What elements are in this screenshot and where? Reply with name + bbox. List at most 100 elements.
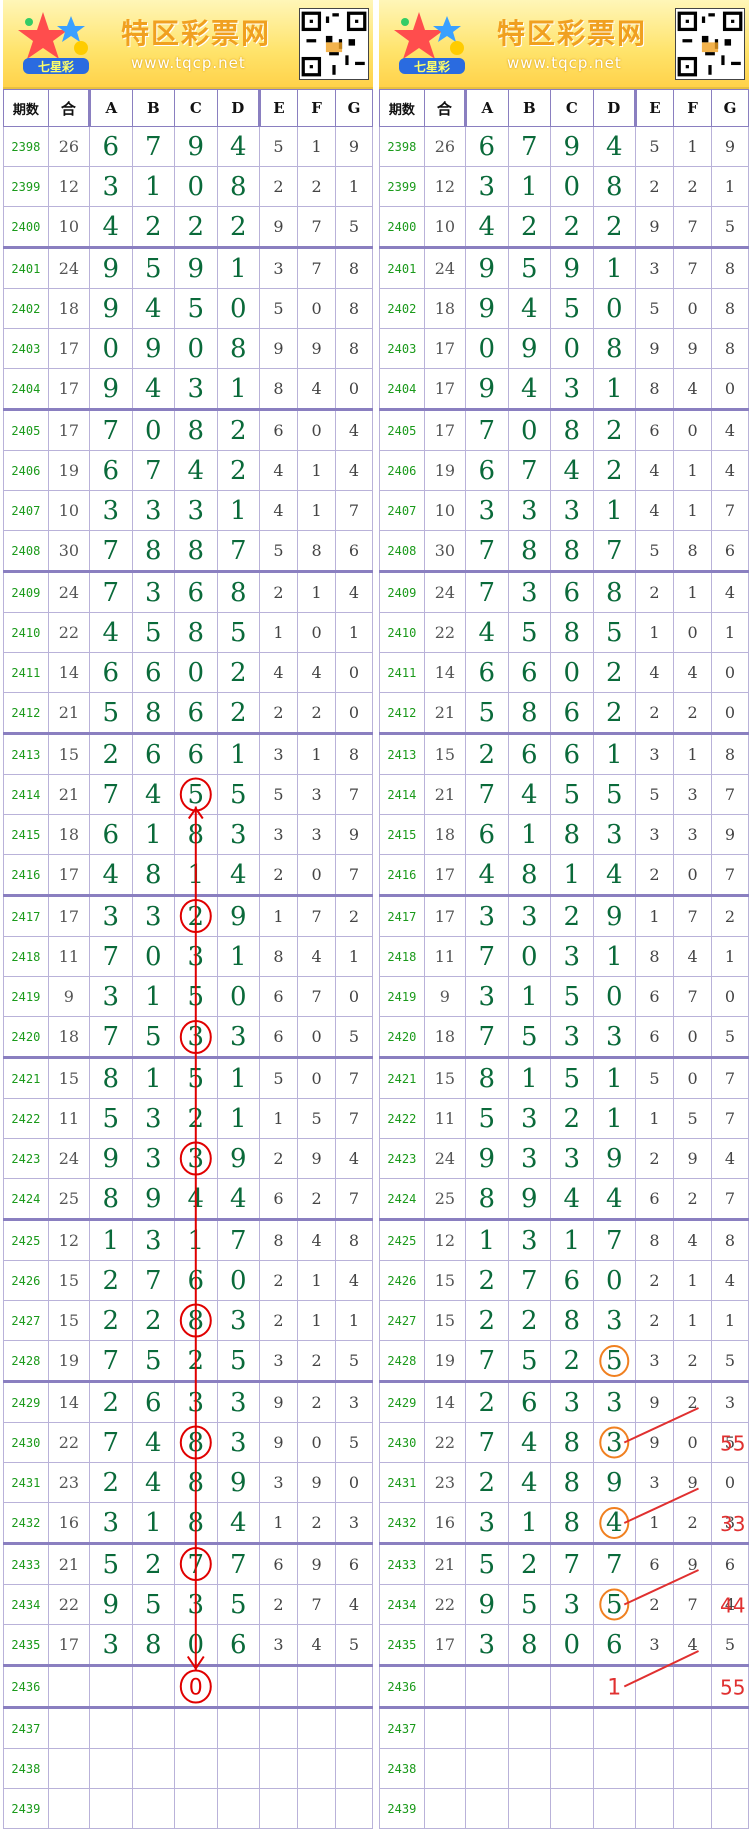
table-row: 2433 21 5 2 7 7 6 9 6 (379, 1542, 749, 1585)
digit-cell-C: 5 (174, 976, 218, 1017)
digit-cell-B: 4 (131, 1422, 176, 1463)
sum-cell: 17 (423, 408, 467, 451)
digit-cell-E: 6 (259, 1016, 299, 1058)
digit-cell-E: 5 (635, 288, 675, 329)
digit-cell-E: 3 (259, 1624, 299, 1666)
digit-cell-B: 2 (507, 1300, 552, 1341)
digit-cell-A: 6 (465, 814, 509, 855)
digit-cell-D: 5 (216, 612, 261, 653)
digit-cell-G: 7 (711, 1178, 749, 1220)
digit-cell-E (259, 1748, 299, 1789)
period-cell: 2437 (379, 1706, 425, 1749)
period-cell: 2422 (379, 1098, 425, 1139)
digit-cell-B: 3 (507, 570, 552, 613)
digit-cell-D: 5 (592, 1340, 637, 1382)
period-cell: 2439 (3, 1788, 49, 1829)
table-row: 2398 26 6 7 9 4 5 1 9 (379, 126, 749, 167)
digit-cell-D: 0 (592, 976, 637, 1017)
table-row: 2402 18 9 4 5 0 5 0 8 (3, 288, 373, 329)
digit-cell-E: 2 (259, 1584, 299, 1625)
sum-cell: 14 (423, 652, 467, 693)
digit-cell-B: 3 (507, 1098, 552, 1139)
column-header-A: A (465, 89, 509, 127)
period-cell: 2398 (379, 126, 425, 167)
digit-cell-F: 5 (297, 1098, 337, 1139)
digit-cell-E: 2 (259, 1300, 299, 1341)
digit-cell-F: 4 (297, 936, 337, 977)
digit-cell-G: 0 (711, 368, 749, 410)
sum-cell: 15 (47, 732, 91, 775)
digit-cell-D: 5 (592, 612, 637, 653)
table-row: 2437 (379, 1706, 749, 1749)
digit-cell-D: 4 (216, 1502, 261, 1544)
digit-cell-E (635, 1664, 675, 1708)
digit-cell-C: 8 (174, 1502, 218, 1544)
table-row: 2422 11 5 3 2 1 1 5 7 (3, 1098, 373, 1139)
digit-cell-B: 1 (507, 1056, 552, 1099)
sum-cell: 15 (47, 1300, 91, 1341)
sum-cell: 18 (423, 288, 467, 329)
period-cell: 2417 (379, 894, 425, 937)
digit-cell-C: 0 (550, 166, 594, 207)
digit-cell-B: 5 (131, 612, 176, 653)
digit-cell-D: 3 (216, 814, 261, 855)
period-cell: 2439 (379, 1788, 425, 1829)
digit-cell-A: 2 (89, 1462, 133, 1503)
sum-cell: 25 (47, 1178, 91, 1220)
digit-cell-F: 0 (673, 854, 713, 896)
digit-cell-B: 3 (507, 894, 552, 937)
digit-cell-D: 1 (216, 490, 261, 531)
period-cell: 2401 (3, 246, 49, 289)
table-row: 2401 24 9 5 9 1 3 7 8 (3, 246, 373, 289)
sum-cell: 11 (423, 1098, 467, 1139)
digit-cell-G: 5 (711, 1624, 749, 1666)
column-header-D: D (216, 89, 262, 127)
digit-cell-A: 3 (89, 166, 133, 207)
sum-cell: 17 (47, 894, 91, 937)
digit-cell-D: 0 (216, 976, 261, 1017)
sum-cell: 22 (423, 612, 467, 653)
table-row: 2412 21 5 8 6 2 2 2 0 (3, 692, 373, 734)
period-cell: 2435 (379, 1624, 425, 1666)
column-header-period: 期数 (3, 89, 49, 127)
sum-cell: 23 (47, 1462, 91, 1503)
digit-cell-C: 2 (174, 206, 218, 248)
column-header-G: G (335, 89, 373, 127)
digit-cell-B: 4 (507, 1422, 552, 1463)
digit-cell-G: 7 (335, 854, 373, 896)
digit-cell-F: 0 (297, 1056, 337, 1099)
digit-cell-F: 0 (673, 1056, 713, 1099)
table-row: 2409 24 7 3 6 8 2 1 4 (3, 570, 373, 613)
digit-cell-C: 3 (550, 1584, 594, 1625)
digit-cell-D: 1 (592, 732, 637, 775)
period-cell: 2416 (379, 854, 425, 896)
digit-cell-C: 0 (174, 652, 218, 693)
digit-cell-A: 0 (89, 328, 133, 369)
digit-cell-C: 5 (550, 1056, 594, 1099)
digit-cell-F: 0 (297, 1422, 337, 1463)
digit-cell-B: 1 (507, 166, 552, 207)
digit-cell-A: 6 (465, 126, 509, 167)
period-cell: 2425 (379, 1218, 425, 1261)
digit-cell-D: 1 (216, 246, 261, 289)
period-cell: 2406 (379, 450, 425, 491)
sum-cell (47, 1788, 91, 1829)
site-banner: 七星彩 特区彩票网 www.tqcp.net (3, 0, 373, 89)
digit-cell-B: 3 (131, 490, 176, 531)
digit-cell-G: 0 (711, 692, 749, 734)
sum-cell: 15 (423, 732, 467, 775)
digit-cell-G: 1 (711, 166, 749, 207)
digit-cell-G: 8 (711, 246, 749, 289)
digit-cell-F: 7 (673, 246, 713, 289)
digit-cell-G: 1 (711, 936, 749, 977)
digit-cell-D: 3 (592, 1422, 637, 1463)
table-row: 2432 16 3 1 8 4 1 2 3 (379, 1502, 749, 1544)
table-row: 2423 24 9 3 3 9 2 9 4 (379, 1138, 749, 1179)
digit-cell-F: 7 (297, 1584, 337, 1625)
digit-cell-E (259, 1706, 299, 1749)
digit-cell-G: 4 (711, 408, 749, 451)
period-cell: 2408 (379, 530, 425, 572)
digit-cell-B: 8 (507, 692, 552, 734)
digit-cell-D: 9 (216, 1462, 261, 1503)
table-row: 2424 25 8 9 4 4 6 2 7 (3, 1178, 373, 1220)
